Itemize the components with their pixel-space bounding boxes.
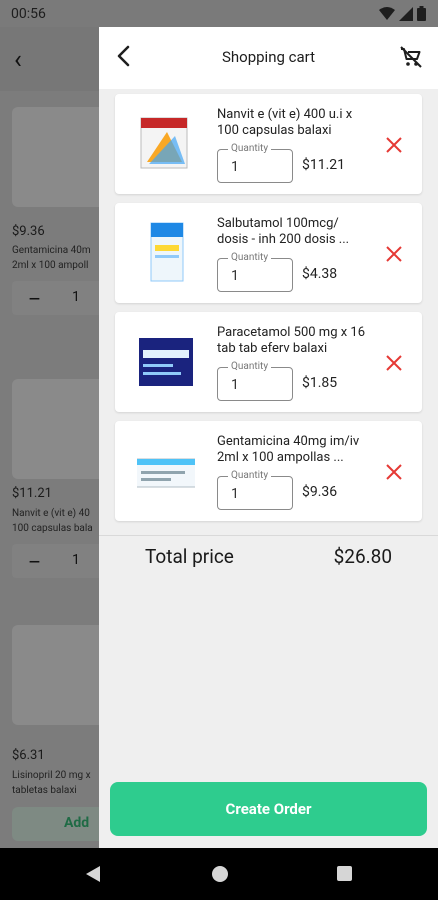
quantity-label: Quantity (228, 361, 272, 373)
shopping-cart-drawer: Shopping cart Nanvit e (vit e) 400 u.i x… (99, 27, 438, 848)
create-order-button[interactable]: Create Order (110, 782, 427, 836)
cart-item: Gentamicina 40mg im/iv 2ml x 100 ampolla… (115, 421, 422, 521)
quantity-field[interactable]: Quantity 1 (217, 470, 293, 510)
close-icon[interactable] (385, 463, 403, 481)
quantity-field[interactable]: Quantity 1 (217, 252, 293, 292)
total-price-label: Total price (145, 545, 234, 568)
quantity-label: Quantity (228, 143, 272, 155)
quantity-field[interactable]: Quantity 1 (217, 143, 293, 183)
quantity-label: Quantity (228, 252, 272, 264)
cart-item-name: Gentamicina 40mg im/iv 2ml x 100 ampolla… (217, 434, 360, 465)
quantity-value: 1 (231, 377, 239, 393)
cart-item-name: Paracetamol 500 mg x 16 tab tab eferv ba… (217, 325, 366, 356)
quantity-value: 1 (231, 486, 239, 502)
quantity-value: 1 (231, 268, 239, 284)
minus-icon: – (28, 550, 42, 574)
product-image (139, 338, 193, 386)
cart-item: Nanvit e (vit e) 400 u.i x 100 capsulas … (115, 94, 422, 194)
nav-back-icon[interactable] (85, 865, 101, 883)
nav-recents-icon[interactable] (337, 866, 352, 881)
cart-item: Salbutamol 100mcg/ dosis - inh 200 dosis… (115, 203, 422, 303)
product-image (150, 222, 184, 282)
wifi-icon (379, 6, 395, 20)
quantity-value: 1 (231, 159, 239, 175)
cart-item-price: $1.85 (302, 375, 338, 391)
close-icon[interactable] (385, 136, 403, 154)
background-product-price: $11.21 (12, 486, 52, 501)
battery-icon (417, 6, 426, 21)
status-icons (379, 6, 426, 21)
background-quantity: 1 (72, 289, 80, 305)
cart-item-name: Nanvit e (vit e) 400 u.i x 100 capsulas … (217, 107, 353, 138)
status-time: 00:56 (11, 6, 46, 22)
quantity-field[interactable]: Quantity 1 (217, 361, 293, 401)
cart-item-price: $4.38 (302, 266, 338, 282)
cart-item-price: $9.36 (302, 484, 338, 500)
minus-icon: – (28, 287, 42, 311)
nav-home-icon[interactable] (212, 866, 228, 882)
status-bar: 00:56 (0, 0, 438, 27)
cart-item-price: $11.21 (302, 157, 346, 173)
cart-item-name: Salbutamol 100mcg/ dosis - inh 200 dosis… (217, 216, 350, 247)
background-product-price: $6.31 (12, 748, 45, 763)
divider (99, 535, 438, 536)
drawer-header: Shopping cart (99, 27, 438, 89)
cart-item: Paracetamol 500 mg x 16 tab tab eferv ba… (115, 312, 422, 412)
quantity-label: Quantity (228, 470, 272, 482)
background-back-icon: ‹ (14, 45, 22, 75)
close-icon[interactable] (385, 245, 403, 263)
background-product-price: $9.36 (12, 224, 45, 239)
product-image (140, 117, 188, 169)
background-add-label: Add (64, 815, 90, 831)
remove-cart-icon[interactable] (398, 44, 424, 70)
page-title: Shopping cart (221, 48, 315, 66)
navigation-bar (0, 848, 438, 900)
signal-icon (399, 6, 413, 21)
total-price-value: $26.80 (333, 545, 392, 568)
background-quantity: 1 (72, 552, 80, 568)
product-image (137, 458, 195, 488)
close-icon[interactable] (385, 354, 403, 372)
